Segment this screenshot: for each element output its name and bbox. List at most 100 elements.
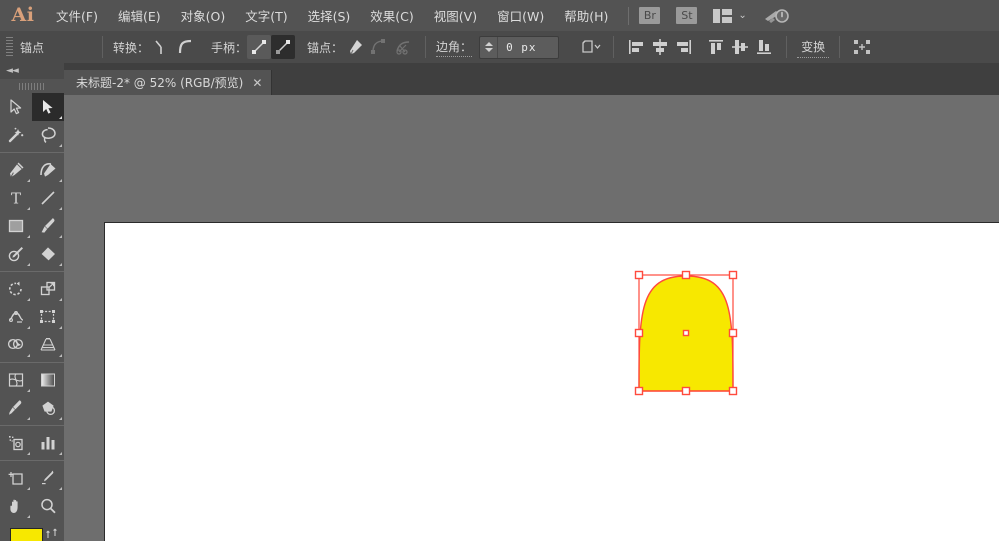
menu-effect[interactable]: 效果(C) (360, 0, 423, 31)
paintbrush-tool-icon[interactable] (32, 212, 64, 240)
type-tool-icon[interactable]: T (0, 184, 32, 212)
eyedropper-tool-icon[interactable] (0, 394, 32, 422)
corner-radius-field[interactable]: 0 px (479, 35, 560, 59)
convert-to-corner-icon[interactable] (149, 35, 173, 59)
divider (102, 36, 103, 58)
svg-text:T: T (11, 190, 21, 208)
corner-radius-value[interactable]: 0 px (498, 37, 558, 58)
menu-divider (628, 6, 630, 25)
selection-type-label: 锚点 (20, 40, 45, 55)
magic-wand-tool-icon[interactable] (0, 121, 32, 149)
line-segment-tool-icon[interactable] (32, 184, 64, 212)
mesh-tool-icon[interactable] (0, 366, 32, 394)
close-icon[interactable]: ✕ (252, 77, 262, 89)
width-tool-icon[interactable] (0, 303, 32, 331)
rocket-power-icon[interactable] (763, 6, 789, 26)
handle-bottom-center (681, 386, 691, 396)
eraser-tool-icon[interactable] (32, 240, 64, 268)
collapse-arrows-icon: ◄◄ (6, 66, 19, 76)
align-left-icon[interactable] (624, 35, 648, 59)
isolate-object-icon[interactable] (579, 35, 603, 59)
menu-object[interactable]: 对象(O) (171, 0, 236, 31)
illustrator-window: Ai 文件(F) 编辑(E) 对象(O) 文字(T) 选择(S) 效果(C) 视… (0, 0, 999, 541)
document-tab[interactable]: 未标题-2* @ 52% (RGB/预览) ✕ (64, 70, 273, 95)
convert-label: 转换： (113, 40, 150, 55)
transform-button[interactable]: 变换 (797, 36, 830, 58)
align-vertical-center-icon[interactable] (728, 35, 752, 59)
divider (839, 36, 841, 58)
bridge-button[interactable]: Br (639, 7, 661, 24)
show-handles-icon[interactable] (247, 35, 272, 59)
handle-center-anchor (682, 329, 690, 337)
free-transform-tool-icon[interactable] (32, 303, 64, 331)
menu-file[interactable]: 文件(F) (46, 0, 108, 31)
handle-top-left (634, 270, 644, 280)
symbol-sprayer-tool-icon[interactable] (0, 429, 32, 457)
shaper-tool-icon[interactable] (0, 240, 32, 268)
direct-selection-tool-icon[interactable] (32, 93, 64, 121)
fill-stroke-controls (0, 524, 64, 541)
lasso-tool-icon[interactable] (32, 121, 64, 149)
zoom-tool-icon[interactable] (32, 492, 64, 520)
corner-label[interactable]: 边角： (436, 38, 473, 57)
hand-tool-icon[interactable] (0, 492, 32, 520)
tools-panel: ◄◄ T (0, 63, 64, 541)
pen-tool-icon[interactable] (0, 156, 32, 184)
control-bar-grip[interactable] (6, 37, 13, 57)
menu-edit[interactable]: 编辑(E) (108, 0, 171, 31)
handle-top-right (728, 270, 738, 280)
cut-path-icon (391, 35, 415, 59)
remove-anchor-icon (367, 35, 391, 59)
anchor-label: 锚点： (307, 40, 344, 55)
swap-fill-stroke-icon[interactable] (46, 525, 59, 538)
menu-view[interactable]: 视图(V) (424, 0, 487, 31)
tools-panel-collapse[interactable]: ◄◄ (0, 63, 64, 79)
convert-to-smooth-icon[interactable] (173, 35, 197, 59)
handle-bottom-left (634, 386, 644, 396)
artboard-tool-icon[interactable] (0, 464, 32, 492)
handle-top-center (681, 270, 691, 280)
selection-tool-icon[interactable] (0, 93, 32, 121)
workspace-switcher[interactable]: ⌄ (713, 8, 747, 23)
perspective-grid-tool-icon[interactable] (32, 331, 64, 359)
scale-tool-icon[interactable] (32, 275, 64, 303)
workspace-layout-icon (713, 8, 733, 23)
gradient-tool-icon[interactable] (32, 366, 64, 394)
fill-swatch[interactable] (10, 528, 43, 541)
divider (613, 36, 615, 58)
align-top-icon[interactable] (704, 35, 728, 59)
pen-tool-icon[interactable] (343, 35, 367, 59)
blend-tool-icon[interactable] (32, 394, 64, 422)
handle-middle-right (728, 328, 738, 338)
slice-tool-icon[interactable] (32, 464, 64, 492)
shape-builder-tool-icon[interactable] (0, 331, 32, 359)
canvas-area[interactable] (64, 95, 999, 541)
menu-bar: Ai 文件(F) 编辑(E) 对象(O) 文字(T) 选择(S) 效果(C) 视… (0, 0, 999, 31)
column-graph-tool-icon[interactable] (32, 429, 64, 457)
curvature-tool-icon[interactable] (32, 156, 64, 184)
handle-middle-left (634, 328, 644, 338)
divider (425, 36, 427, 58)
app-logo: Ai (11, 3, 35, 26)
menu-select[interactable]: 选择(S) (298, 0, 361, 31)
free-transform-icon[interactable] (850, 35, 874, 59)
align-horizontal-center-icon[interactable] (648, 35, 672, 59)
align-right-icon[interactable] (672, 35, 696, 59)
stock-button[interactable]: St (676, 7, 698, 24)
hide-handles-icon[interactable] (271, 35, 296, 59)
corner-stepper[interactable] (480, 36, 499, 58)
handle-bottom-right (728, 386, 738, 396)
control-options-bar: 锚点 转换： 手柄： 锚点： 边角： 0 px 变换 (0, 31, 999, 64)
rotate-tool-icon[interactable] (0, 275, 32, 303)
chevron-down-icon: ⌄ (738, 9, 747, 21)
menu-window[interactable]: 窗口(W) (487, 0, 554, 31)
align-bottom-icon[interactable] (752, 35, 776, 59)
tools-grid: T (0, 93, 64, 520)
menu-help[interactable]: 帮助(H) (554, 0, 618, 31)
document-tab-bar: 未标题-2* @ 52% (RGB/预览) ✕ (64, 63, 999, 95)
document-tab-label: 未标题-2* @ 52% (RGB/预览) (76, 76, 244, 90)
menu-type[interactable]: 文字(T) (235, 0, 297, 31)
rectangle-tool-icon[interactable] (0, 212, 32, 240)
tools-panel-grip[interactable] (0, 79, 64, 93)
artwork-layer (64, 95, 999, 541)
